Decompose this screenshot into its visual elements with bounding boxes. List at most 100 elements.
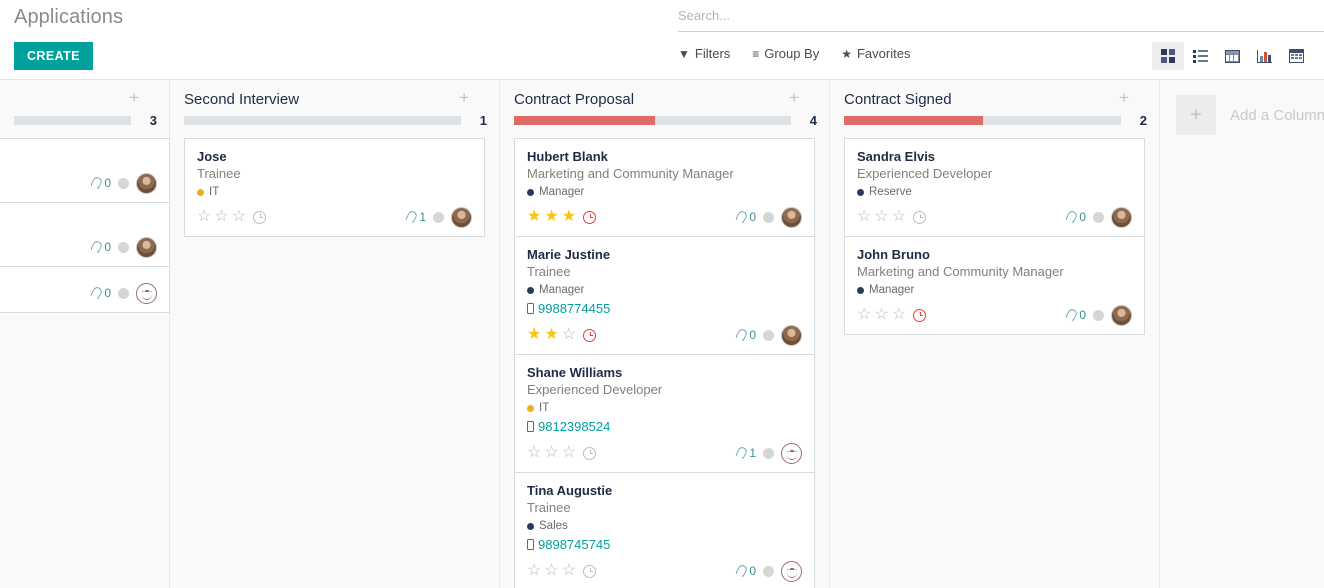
add-column[interactable]: + Add a Column [1160,80,1324,138]
attachment-count[interactable]: 1 [405,209,426,225]
rating-star[interactable]: ☆ [527,563,541,579]
avatar[interactable] [781,206,802,228]
category-tag[interactable]: Manager [527,184,802,200]
avatar-placeholder-icon[interactable] [781,560,802,582]
attachment-count[interactable]: 0 [735,209,756,225]
group-by-dropdown[interactable]: ≡ Group By [752,46,819,61]
category-tag[interactable]: IT [197,184,472,200]
graph-view-button[interactable] [1248,42,1280,70]
category-tag[interactable]: Manager [857,282,1132,298]
rating-star[interactable]: ☆ [562,563,576,579]
rating-star[interactable]: ★ [527,209,541,225]
activity-clock-icon[interactable] [583,446,597,460]
calendar-view-button[interactable] [1280,42,1312,70]
avatar[interactable] [451,206,472,228]
kanban-card[interactable]: anager ☆☆☆0 [0,203,169,267]
attachment-count[interactable]: 0 [735,563,756,579]
rating-stars[interactable]: ☆ ☆ ☆ [527,563,597,579]
rating-star[interactable]: ☆ [857,307,871,323]
kanban-card[interactable]: Jose Trainee IT ☆ ☆ ☆ 1 [185,139,484,236]
avatar[interactable] [1111,206,1132,228]
phone-number[interactable]: 9812398524 [527,417,802,436]
activity-clock-icon[interactable] [583,210,597,224]
activity-clock-icon[interactable] [583,328,597,342]
rating-star[interactable]: ☆ [562,445,576,461]
kanban-state-dot[interactable] [118,287,129,299]
kanban-card[interactable]: Hubert Blank Marketing and Community Mana… [515,139,814,237]
search-input[interactable] [678,6,1324,25]
category-tag[interactable]: Manager [527,282,802,298]
rating-star[interactable]: ☆ [892,209,906,225]
avatar-placeholder-icon[interactable] [136,282,157,304]
kanban-card[interactable]: Tina Augustie Trainee Sales 9898745745 ☆ ☆ ☆ 0 [515,473,814,588]
kanban-state-dot[interactable] [118,177,129,189]
attachment-count[interactable]: 1 [735,445,756,461]
phone-number[interactable]: 9898745745 [527,535,802,554]
kanban-state-dot[interactable] [118,241,129,253]
attachment-count[interactable]: 0 [90,175,111,191]
rating-star[interactable]: ☆ [197,209,211,225]
kanban-state-dot[interactable] [763,211,774,223]
phone-number[interactable]: 9988774455 [527,299,802,318]
add-record-icon[interactable]: + [459,89,469,106]
search-bar[interactable] [678,6,1324,32]
pivot-view-button[interactable] [1216,42,1248,70]
add-record-icon[interactable]: + [789,89,799,106]
rating-stars[interactable]: ☆ ☆ ☆ [527,445,597,461]
list-view-button[interactable] [1184,42,1216,70]
activity-clock-icon[interactable] [583,564,597,578]
rating-star[interactable]: ☆ [874,209,888,225]
progress-bar[interactable] [844,116,1121,125]
rating-star[interactable]: ☆ [562,327,576,343]
kanban-card[interactable]: John Bruno Marketing and Community Manage… [845,237,1144,334]
attachment-count[interactable]: 0 [735,327,756,343]
rating-stars[interactable]: ★ ★ ☆ [527,327,597,343]
kanban-state-dot[interactable] [433,211,444,223]
progress-bar[interactable] [514,116,791,125]
kanban-state-dot[interactable] [1093,309,1104,321]
attachment-count[interactable]: 0 [1065,307,1086,323]
rating-stars[interactable]: ★ ★ ★ [527,209,597,225]
kanban-card[interactable]: Marie Justine Trainee Manager 9988774455 ★ ★ ☆… [515,237,814,355]
attachment-count[interactable]: 0 [90,239,111,255]
activity-clock-icon[interactable] [913,308,927,322]
attachment-count[interactable]: 0 [1065,209,1086,225]
category-tag[interactable]: Sales [527,518,802,534]
attachment-count[interactable]: 0 [90,285,111,301]
kanban-card[interactable]: Sandra Elvis Experienced Developer Reserve… [845,139,1144,237]
progress-bar[interactable] [184,116,461,125]
add-column-icon[interactable]: + [1176,95,1216,135]
rating-star[interactable]: ☆ [527,445,541,461]
rating-stars[interactable]: ☆ ☆ ☆ [197,209,267,225]
kanban-card[interactable]: anager ☆☆☆0 [0,139,169,203]
rating-stars[interactable]: ☆ ☆ ☆ [857,307,927,323]
favorites-dropdown[interactable]: ★ Favorites [841,46,910,61]
filters-dropdown[interactable]: ▼ Filters [678,46,730,61]
rating-star[interactable]: ★ [544,327,558,343]
rating-star[interactable]: ☆ [544,445,558,461]
activity-clock-icon[interactable] [253,210,267,224]
rating-star[interactable]: ☆ [214,209,228,225]
avatar-placeholder-icon[interactable] [781,442,802,464]
avatar[interactable] [1111,304,1132,326]
rating-star[interactable]: ☆ [892,307,906,323]
rating-star[interactable]: ★ [562,209,576,225]
kanban-state-dot[interactable] [763,447,774,459]
rating-star[interactable]: ★ [544,209,558,225]
avatar[interactable] [781,324,802,346]
rating-stars[interactable]: ☆ ☆ ☆ [857,209,927,225]
rating-star[interactable]: ☆ [544,563,558,579]
add-record-icon[interactable]: + [129,89,139,106]
kanban-card[interactable]: ☆☆☆0 [0,267,169,312]
kanban-state-dot[interactable] [1093,211,1104,223]
kanban-state-dot[interactable] [763,329,774,341]
progress-bar[interactable] [14,116,131,125]
kanban-state-dot[interactable] [763,565,774,577]
activity-clock-icon[interactable] [913,210,927,224]
category-tag[interactable]: Reserve [857,184,1132,200]
avatar[interactable] [136,172,157,194]
avatar[interactable] [136,236,157,258]
create-button[interactable]: CREATE [14,42,93,70]
add-record-icon[interactable]: + [1119,89,1129,106]
rating-star[interactable]: ☆ [857,209,871,225]
